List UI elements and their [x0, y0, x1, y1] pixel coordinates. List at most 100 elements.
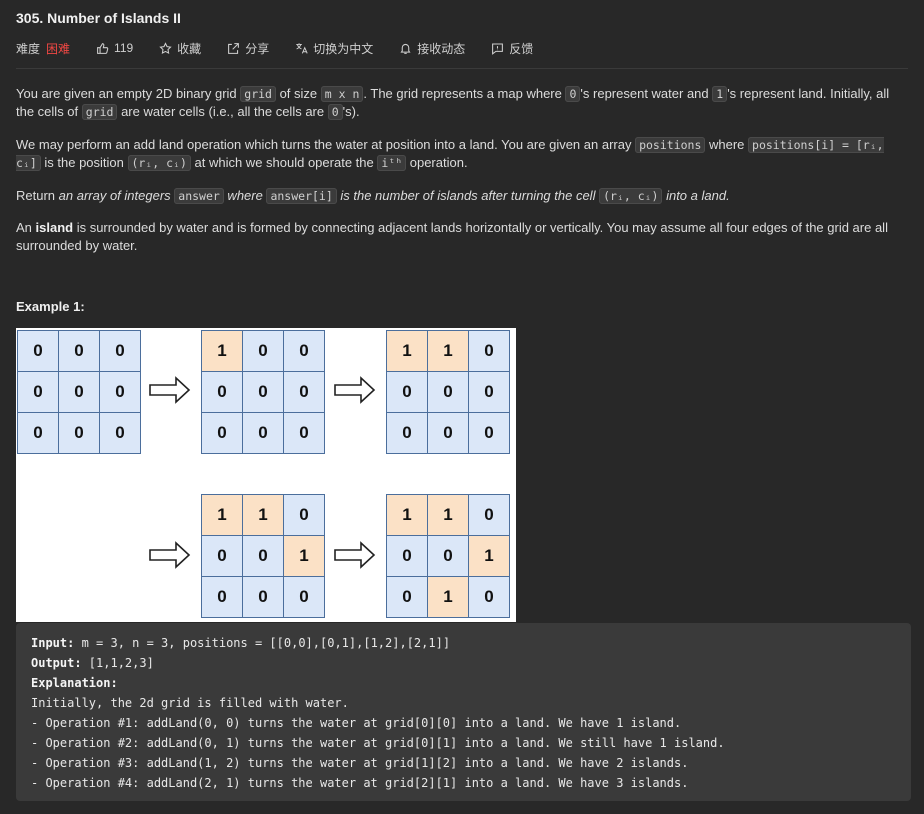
favorite-button[interactable]: 收藏 — [159, 40, 201, 57]
inline-code: 0 — [565, 86, 581, 102]
grid-cell: 0 — [387, 577, 427, 617]
grid-step-3: 110001000 — [201, 494, 325, 618]
favorite-label: 收藏 — [177, 41, 202, 56]
grid-cell: 0 — [387, 372, 427, 412]
grid-cell: 0 — [59, 372, 99, 412]
explanation-line: - Operation #1: addLand(0, 0) turns the … — [31, 716, 682, 730]
grid-cell: 0 — [59, 331, 99, 371]
thumbs-up-icon — [97, 42, 109, 54]
grid-cell: 0 — [202, 372, 242, 412]
feedback-icon — [492, 43, 504, 55]
grid-cell: 0 — [469, 577, 509, 617]
grid-cell: 1 — [202, 495, 242, 535]
inline-code: answer[i] — [266, 188, 337, 204]
grid-cell: 0 — [469, 372, 509, 412]
grid-cell: 0 — [469, 413, 509, 453]
notify-button[interactable]: 接收动态 — [399, 40, 465, 57]
grid-cell: 1 — [284, 536, 324, 576]
inline-code: positions — [635, 137, 706, 153]
grid-cell: 1 — [428, 495, 468, 535]
translate-button[interactable]: 切换为中文 — [295, 40, 373, 57]
inline-code: answer — [174, 188, 224, 204]
grid-cell: 0 — [100, 331, 140, 371]
inline-code: grid — [240, 86, 276, 102]
description-paragraph-2: We may perform an add land operation whi… — [16, 137, 884, 171]
grid-cell: 0 — [243, 331, 283, 371]
grid-cell: 0 — [18, 331, 58, 371]
grid-cell: 0 — [469, 495, 509, 535]
feedback-label: 反馈 — [509, 41, 534, 56]
inline-code: 0 — [327, 104, 343, 120]
inline-code: iᵗʰ — [377, 155, 407, 171]
explanation-line: - Operation #2: addLand(0, 1) turns the … — [31, 736, 725, 750]
arrow-right-icon — [334, 376, 376, 404]
grid-cell: 0 — [18, 372, 58, 412]
grid-cell: 0 — [284, 413, 324, 453]
grid-step-4: 110001010 — [386, 494, 510, 618]
grid-cell: 1 — [387, 495, 427, 535]
grid-cell: 1 — [202, 331, 242, 371]
description-paragraph-4: An island is surrounded by water and is … — [16, 220, 888, 253]
grid-cell: 0 — [428, 372, 468, 412]
translate-icon — [296, 42, 308, 54]
inline-code: grid — [81, 104, 118, 120]
description-paragraph-1: You are given an empty 2D binary grid gr… — [16, 86, 890, 120]
grid-cell: 0 — [202, 536, 242, 576]
inline-code: m x n — [320, 86, 364, 102]
problem-meta-bar: 难度 困难 119 收藏 分享 切换为中文 接收动态 反馈 — [16, 39, 559, 57]
arrow-right-icon — [334, 541, 376, 569]
share-button[interactable]: 分享 — [227, 40, 269, 57]
grid-cell: 0 — [243, 536, 283, 576]
grid-cell: 0 — [243, 372, 283, 412]
grid-cell: 1 — [428, 331, 468, 371]
grid-cell: 0 — [202, 413, 242, 453]
translate-label: 切换为中文 — [313, 41, 374, 56]
example-code-block: Input: m = 3, n = 3, positions = [[0,0],… — [16, 623, 911, 801]
arrow-right-icon — [149, 541, 191, 569]
grid-cell: 0 — [243, 413, 283, 453]
grid-cell: 0 — [100, 372, 140, 412]
grid-cell: 0 — [100, 413, 140, 453]
grid-cell: 0 — [284, 331, 324, 371]
description-paragraph-3: Return an array of integers answer where… — [16, 188, 730, 204]
difficulty: 难度 困难 — [16, 40, 70, 57]
feedback-button[interactable]: 反馈 — [491, 40, 533, 57]
example-title: Example 1: — [16, 299, 85, 314]
inline-code: 1 — [712, 86, 728, 102]
grid-cell: 0 — [469, 331, 509, 371]
share-label: 分享 — [245, 41, 270, 56]
grid-cell: 0 — [387, 536, 427, 576]
grid-cell: 0 — [387, 413, 427, 453]
grid-cell: 0 — [59, 413, 99, 453]
grid-cell: 0 — [284, 577, 324, 617]
grid-cell: 0 — [428, 536, 468, 576]
grid-cell: 0 — [243, 577, 283, 617]
problem-title: 305. Number of Islands II — [16, 10, 181, 26]
share-icon — [228, 42, 240, 54]
like-button[interactable]: 119 — [96, 41, 133, 55]
notify-label: 接收动态 — [417, 41, 466, 56]
like-count: 119 — [114, 41, 134, 55]
difficulty-value: 困难 — [46, 41, 71, 56]
grid-step-2: 110000000 — [386, 330, 510, 454]
difficulty-label: 难度 — [16, 41, 41, 56]
star-icon — [159, 41, 172, 54]
explanation-line: - Operation #4: addLand(2, 1) turns the … — [31, 776, 689, 790]
grid-cell: 0 — [18, 413, 58, 453]
divider — [16, 68, 908, 69]
grid-step-1: 100000000 — [201, 330, 325, 454]
grid-cell: 1 — [243, 495, 283, 535]
grid-cell: 1 — [387, 331, 427, 371]
grid-cell: 1 — [469, 536, 509, 576]
explanation-line: - Operation #3: addLand(1, 2) turns the … — [31, 756, 689, 770]
inline-code: (rᵢ, cᵢ) — [127, 155, 191, 171]
grid-step-0: 000000000 — [17, 330, 141, 454]
grid-cell: 0 — [284, 372, 324, 412]
explanation-line: Initially, the 2d grid is filled with wa… — [31, 696, 349, 710]
inline-code: (rᵢ, cᵢ) — [599, 188, 663, 204]
example-figure: 000000000 100000000 110000000 110001000 … — [16, 328, 516, 622]
grid-cell: 1 — [428, 577, 468, 617]
arrow-right-icon — [149, 376, 191, 404]
grid-cell: 0 — [202, 577, 242, 617]
bell-icon — [400, 43, 411, 54]
